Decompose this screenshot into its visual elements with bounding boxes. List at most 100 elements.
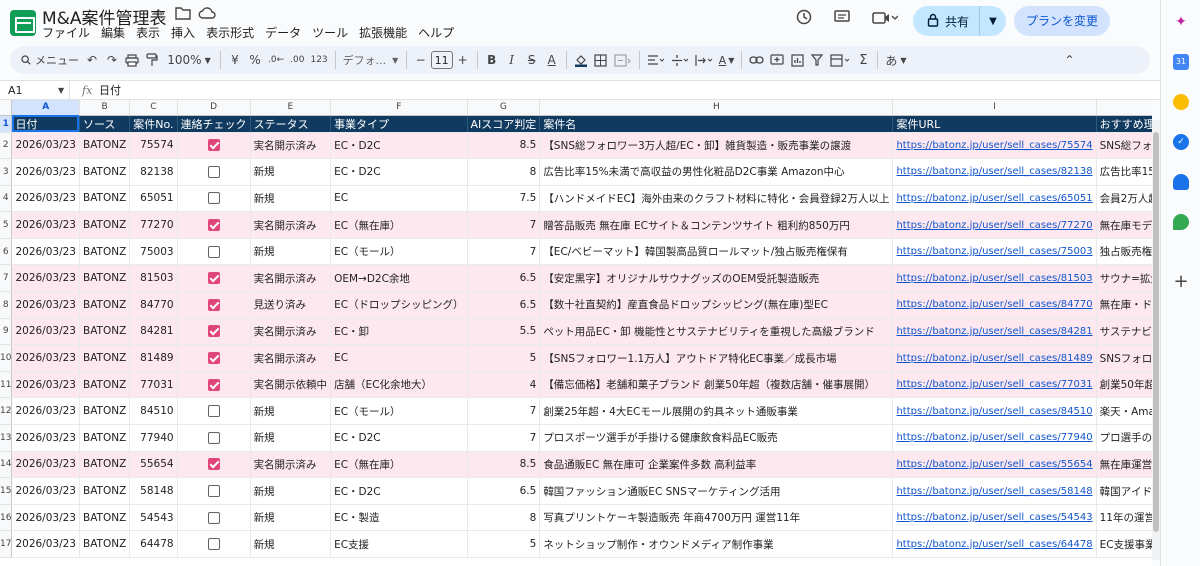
input-tools-icon[interactable]: あ ▼ <box>882 49 909 71</box>
cell-case-url[interactable]: https://batonz.jp/user/sell_cases/77031 <box>892 371 1097 399</box>
menu-insert[interactable]: 挿入 <box>171 24 195 41</box>
cell-date[interactable]: 2026/03/23 <box>11 158 80 186</box>
scrollbar-thumb[interactable] <box>1153 132 1159 532</box>
paint-format-icon[interactable] <box>142 49 162 71</box>
decrease-decimal-button[interactable]: .0← <box>265 49 287 71</box>
cell-ai-score[interactable]: 8.5 <box>467 132 541 160</box>
cell-case-url[interactable]: https://batonz.jp/user/sell_cases/84281 <box>892 318 1097 346</box>
column-header-e[interactable]: E <box>250 100 332 116</box>
maps-icon[interactable] <box>1173 214 1189 230</box>
cell-reason[interactable]: 広告比率15%未満で高収益強化でスケール余 <box>1096 158 1152 186</box>
menu-data[interactable]: データ <box>265 24 301 41</box>
cell-business-type[interactable]: EC（無在庫） <box>330 211 468 239</box>
cell-business-type[interactable]: EC（無在庫） <box>330 451 468 479</box>
redo-icon[interactable]: ↷ <box>102 49 122 71</box>
cell-case-url[interactable]: https://batonz.jp/user/sell_cases/81503 <box>892 264 1097 293</box>
cell-reason[interactable]: 無在庫運営可能で走可能な事業モ <box>1096 451 1152 479</box>
font-size-decrease-button[interactable]: − <box>411 49 431 71</box>
cell-business-type[interactable]: EC・D2C <box>330 132 468 160</box>
cell-ai-score[interactable]: 7 <box>467 211 541 239</box>
font-select[interactable]: デフォ... ▼ <box>340 49 402 71</box>
change-plan-button[interactable]: プランを変更 <box>1013 6 1110 36</box>
column-header-j[interactable]: J <box>1096 100 1152 116</box>
cell-case-no[interactable]: 58148 <box>129 477 178 505</box>
cell-status[interactable]: 新規 <box>250 238 332 266</box>
share-button[interactable]: 共有 ▼ <box>912 6 1006 36</box>
cell-case-name[interactable]: 【ハンドメイドEC】海外由来のクラフト材料に特化・会員登録2万人以上 <box>539 185 894 213</box>
cell-date[interactable]: 2026/03/23 <box>11 451 80 479</box>
header-cell-business-type[interactable]: 事業タイプ <box>330 115 468 133</box>
checkbox-unchecked[interactable] <box>207 245 220 258</box>
checkbox-unchecked[interactable] <box>207 511 220 524</box>
cell-case-no[interactable]: 84770 <box>129 291 178 319</box>
insert-chart-icon[interactable] <box>787 49 807 71</box>
insert-comment-icon[interactable] <box>767 49 787 71</box>
vertical-align-icon[interactable] <box>668 49 692 71</box>
cell-source[interactable]: BATONZ <box>79 371 131 399</box>
cell-date[interactable]: 2026/03/23 <box>11 185 80 213</box>
menu-view[interactable]: 表示 <box>136 24 160 41</box>
cell-business-type[interactable]: EC支援 <box>330 530 468 558</box>
text-color-icon[interactable]: A <box>542 49 562 71</box>
cell-date[interactable]: 2026/03/23 <box>11 477 80 505</box>
row-number[interactable]: 15 <box>0 477 13 505</box>
font-size-increase-button[interactable]: + <box>453 49 473 71</box>
cell-contact-check[interactable] <box>177 530 251 558</box>
borders-icon[interactable] <box>591 49 611 71</box>
header-cell-source[interactable]: ソース <box>79 115 131 133</box>
cell-business-type[interactable]: 店舗（EC化余地大） <box>330 371 468 399</box>
cell-ai-score[interactable]: 8 <box>467 504 541 532</box>
text-wrap-icon[interactable] <box>692 49 716 71</box>
header-cell-case-name[interactable]: 案件名 <box>539 115 894 133</box>
checkbox-unchecked[interactable] <box>207 165 220 178</box>
cell-status[interactable]: 新規 <box>250 185 332 213</box>
menu-edit[interactable]: 編集 <box>101 24 125 41</box>
filter-views-icon[interactable] <box>827 49 853 71</box>
row-number[interactable]: 12 <box>0 397 13 426</box>
cell-contact-check[interactable] <box>177 504 251 532</box>
cell-source[interactable]: BATONZ <box>79 158 131 186</box>
checkbox-unchecked[interactable] <box>207 192 220 205</box>
cell-date[interactable]: 2026/03/23 <box>11 318 80 346</box>
menu-file[interactable]: ファイル <box>42 24 90 41</box>
text-rotation-icon[interactable]: A ▼ <box>716 49 738 71</box>
cell-contact-check[interactable] <box>177 397 251 426</box>
cell-case-url[interactable]: https://batonz.jp/user/sell_cases/54543 <box>892 504 1097 532</box>
row-number[interactable]: 11 <box>0 371 13 399</box>
cell-reason[interactable]: サウナ=拡大市場開で更なる成長 <box>1096 264 1152 293</box>
cell-date[interactable]: 2026/03/23 <box>11 397 80 426</box>
cell-case-url[interactable]: https://batonz.jp/user/sell_cases/75574 <box>892 132 1097 160</box>
cell-business-type[interactable]: EC <box>330 344 468 372</box>
cell-case-name[interactable]: 贈答品販売 無在庫 ECサイト＆コンテンツサイト 粗利約850万円 <box>539 211 894 239</box>
cell-case-url[interactable]: https://batonz.jp/user/sell_cases/65051 <box>892 185 1097 213</box>
cell-ai-score[interactable]: 8 <box>467 158 541 186</box>
filter-icon[interactable] <box>807 49 827 71</box>
cell-case-no[interactable]: 77940 <box>129 424 178 452</box>
cell-case-no[interactable]: 54543 <box>129 504 178 532</box>
cell-date[interactable]: 2026/03/23 <box>11 504 80 532</box>
cell-status[interactable]: 新規 <box>250 158 332 186</box>
cell-case-no[interactable]: 75003 <box>129 238 178 266</box>
cell-source[interactable]: BATONZ <box>79 424 131 452</box>
cell-date[interactable]: 2026/03/23 <box>11 264 80 293</box>
row-number[interactable]: 13 <box>0 424 13 452</box>
cell-contact-check[interactable] <box>177 238 251 266</box>
cell-ai-score[interactable]: 5 <box>467 344 541 372</box>
cell-business-type[interactable]: EC・卸 <box>330 318 468 346</box>
header-cell-case-no[interactable]: 案件No. <box>129 115 178 133</box>
cell-case-name[interactable]: 韓国ファッション通販EC SNSマーケティング活用 <box>539 477 894 505</box>
cell-contact-check[interactable] <box>177 185 251 213</box>
cell-contact-check[interactable] <box>177 424 251 452</box>
cell-ai-score[interactable]: 4 <box>467 371 541 399</box>
header-cell-status[interactable]: ステータス <box>250 115 332 133</box>
collapse-toolbar-icon[interactable]: ⌃ <box>1060 49 1080 71</box>
header-cell-contact-check[interactable]: 連絡チェック <box>177 115 251 133</box>
formula-input[interactable]: 日付 <box>99 81 121 100</box>
row-number[interactable]: 3 <box>0 158 13 186</box>
header-cell-date[interactable]: 日付 <box>11 115 80 133</box>
cell-status[interactable]: 新規 <box>250 397 332 426</box>
checkbox-checked[interactable] <box>207 139 220 152</box>
cell-status[interactable]: 新規 <box>250 504 332 532</box>
cell-business-type[interactable]: EC・D2C <box>330 424 468 452</box>
cell-source[interactable]: BATONZ <box>79 132 131 160</box>
